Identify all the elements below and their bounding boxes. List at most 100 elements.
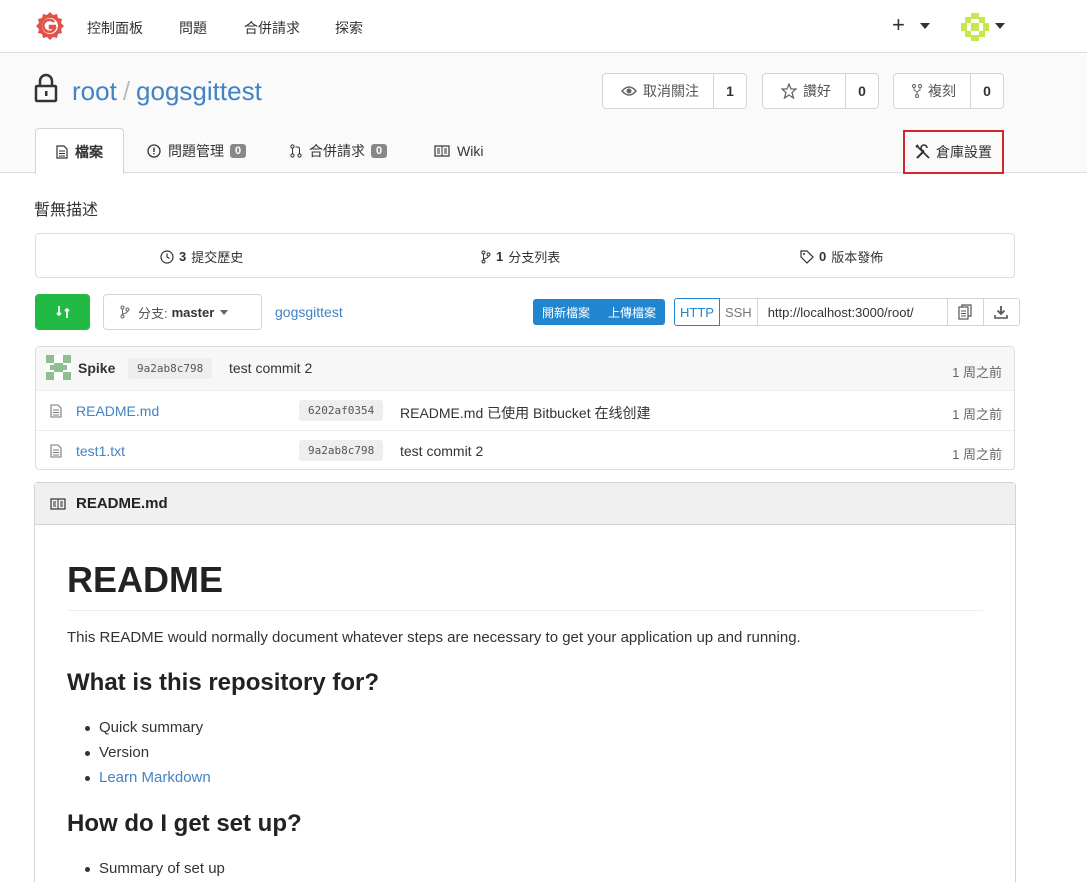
divider [67,610,983,611]
watch-button[interactable]: 取消關注 [603,74,714,108]
repo-title: root / gogsgittest [72,76,262,107]
new-file-button[interactable]: 開新檔案 [533,299,599,325]
star-button[interactable]: 讚好 [763,74,846,108]
star-icon [781,83,797,99]
clone-http-button[interactable]: HTTP [674,298,720,326]
file-commit-message[interactable]: README.md 已使用 Bitbucket 在线创建 [400,403,651,423]
readme-panel: README.md README This README would norma… [34,482,1016,882]
commits-count: 3 [179,249,187,264]
fork-count[interactable]: 0 [971,74,1003,108]
file-name-link[interactable]: test1.txt [76,443,125,459]
file-name-link[interactable]: README.md [76,403,159,419]
breadcrumb-root-link[interactable]: gogsgittest [275,304,343,320]
branches-stat[interactable]: 1 分支列表 [481,247,560,266]
clone-ssh-button[interactable]: SSH [719,298,758,326]
watch-button-group: 取消關注 1 [602,73,747,109]
compare-button[interactable] [35,294,90,330]
chevron-down-icon[interactable] [995,23,1005,29]
clone-bar: HTTP SSH http://localhost:3000/root/ [674,298,1020,326]
book-icon [434,144,450,157]
readme-header: README.md [35,483,1015,525]
book-icon [50,497,66,510]
upload-file-button[interactable]: 上傳檔案 [599,299,665,325]
download-icon [994,306,1008,319]
gogs-logo-icon[interactable] [35,11,65,41]
branches-count: 1 [496,249,504,264]
user-avatar[interactable] [961,13,989,41]
commit-message[interactable]: test commit 2 [229,360,312,376]
tab-settings[interactable]: 倉庫設置 [903,130,1004,174]
file-commit-sha[interactable]: 6202af0354 [299,400,384,421]
branch-name: master [171,304,215,320]
nav-explore[interactable]: 探索 [335,18,363,38]
create-new-button[interactable]: + [892,12,905,38]
commit-time: 1 周之前 [952,365,1002,380]
file-text-icon [50,444,62,458]
repo-name-link[interactable]: gogsgittest [136,76,262,106]
chevron-down-icon[interactable] [920,23,930,29]
copy-icon [958,304,972,320]
lock-icon [34,73,58,103]
learn-markdown-link[interactable]: Learn Markdown [85,769,211,786]
table-row[interactable]: README.md 6202af0354 README.md 已使用 Bitbu… [36,390,1014,430]
file-text-icon [50,404,62,418]
tab-settings-label: 倉庫設置 [936,144,992,160]
table-row[interactable]: test1.txt 9a2ab8c798 test commit 2 1 周之前 [36,430,1014,470]
readme-subheading: How do I get set up? [67,810,302,837]
clone-url-input[interactable]: http://localhost:3000/root/ [757,298,948,326]
tools-icon [915,144,930,159]
releases-stat[interactable]: 0 版本發佈 [800,247,883,266]
pull-request-icon [290,143,302,158]
sync-icon [55,306,70,318]
commits-label: 提交歷史 [191,250,244,265]
tab-pulls[interactable]: 合併請求 0 [290,128,388,173]
fork-button[interactable]: 複刻 [894,74,971,108]
download-button[interactable] [983,298,1020,326]
issue-opened-icon [147,143,161,158]
branch-icon [481,250,491,263]
issues-count-badge: 0 [230,143,247,158]
author-avatar[interactable] [46,355,71,380]
tab-issues[interactable]: 問題管理 0 [147,128,247,173]
star-count[interactable]: 0 [846,74,878,108]
copy-url-button[interactable] [947,298,984,326]
branches-label: 分支列表 [508,250,561,265]
releases-count: 0 [819,249,827,264]
pulls-count-badge: 0 [371,143,388,158]
fork-button-group: 複刻 0 [893,73,1004,109]
branch-dropdown[interactable]: 分支: master [103,294,262,330]
eye-icon [621,86,637,96]
tab-pulls-label: 合併請求 [309,142,365,159]
file-commit-message[interactable]: test commit 2 [400,443,483,459]
file-text-icon [56,144,68,159]
list-item: Version [84,744,150,761]
nav-issues[interactable]: 問題 [179,18,207,38]
commit-author[interactable]: Spike [78,360,115,376]
branch-icon [120,305,130,319]
history-icon [160,249,174,264]
readme-intro: This README would normally document what… [67,629,801,646]
fork-icon [912,84,922,98]
commit-sha-badge[interactable]: 9a2ab8c798 [128,358,213,379]
nav-dashboard[interactable]: 控制面板 [87,18,143,38]
file-actions-group: 開新檔案 上傳檔案 [533,299,666,325]
readme-subheading: What is this repository for? [67,669,380,696]
star-label: 讚好 [803,83,831,99]
releases-label: 版本發佈 [831,250,884,265]
fork-label: 複刻 [928,83,956,99]
branch-prefix: 分支: [138,305,168,321]
commits-stat[interactable]: 3 提交歷史 [160,247,243,266]
repo-description: 暫無描述 [34,202,99,219]
nav-pulls[interactable]: 合併請求 [244,18,300,38]
watch-count[interactable]: 1 [714,74,746,108]
list-item: Summary of set up [85,860,225,877]
tab-wiki[interactable]: Wiki [434,128,483,173]
tab-files[interactable]: 檔案 [35,128,124,174]
file-commit-time: 1 周之前 [952,407,1002,422]
readme-heading: README [67,559,224,600]
repo-stats-bar: 3 提交歷史 1 分支列表 0 版本發佈 [35,233,1015,278]
tab-files-label: 檔案 [75,143,103,160]
file-commit-sha[interactable]: 9a2ab8c798 [299,440,384,461]
list-item: Quick summary [84,719,204,736]
repo-owner-link[interactable]: root [72,76,117,106]
